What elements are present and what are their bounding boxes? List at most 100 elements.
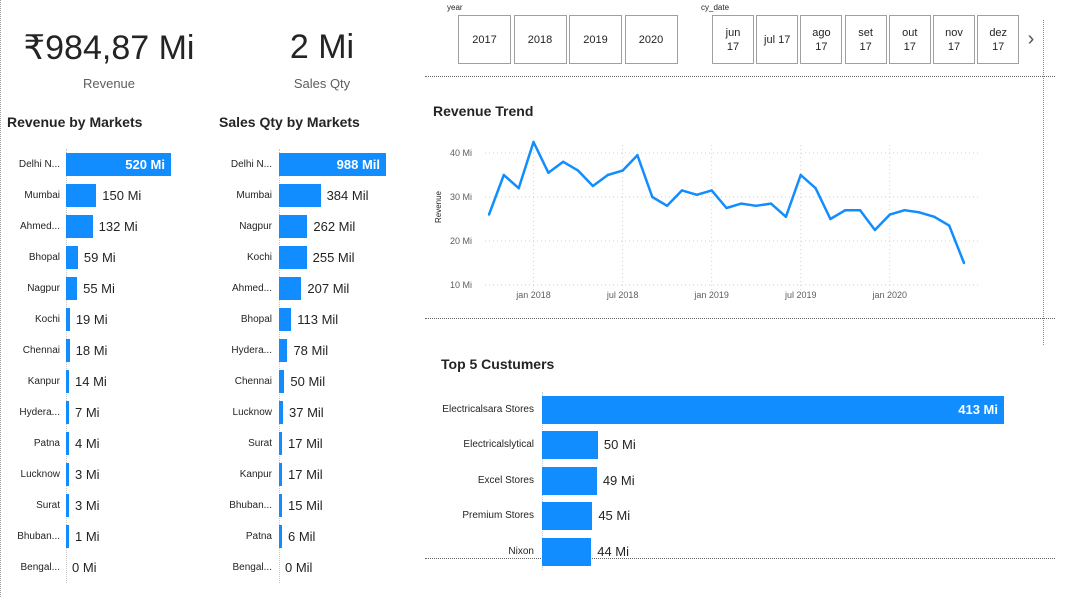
date-slicer-option[interactable]: jun 17 xyxy=(712,15,754,64)
bar-mark[interactable] xyxy=(66,339,70,362)
bar-row[interactable]: Nagpur 55 Mi xyxy=(0,273,215,304)
bar-row[interactable]: Excel Stores 49 Mi xyxy=(425,463,1025,499)
bar-row[interactable]: Bhopal 59 Mi xyxy=(0,242,215,273)
trend-data-point[interactable] xyxy=(502,173,506,177)
bar-mark[interactable] xyxy=(279,463,282,486)
trend-data-point[interactable] xyxy=(680,189,684,192)
trend-data-point[interactable] xyxy=(933,215,936,218)
trend-data-point[interactable] xyxy=(725,206,728,210)
trend-data-point[interactable] xyxy=(754,204,758,207)
bar-row[interactable]: Surat 17 Mil xyxy=(215,428,420,459)
bar-mark[interactable] xyxy=(542,502,593,531)
trend-data-point[interactable] xyxy=(651,195,654,199)
trend-data-point[interactable] xyxy=(532,140,535,144)
trend-data-point[interactable] xyxy=(784,215,788,218)
date-slicer-option[interactable]: ago 17 xyxy=(800,15,843,64)
sales-qty-by-markets-chart[interactable]: Delhi N... 988 Mil Mumbai 384 Mil Nagpur 262 … xyxy=(215,149,420,585)
bar-mark[interactable] xyxy=(66,246,78,269)
trend-data-point[interactable] xyxy=(844,209,847,212)
bar-row[interactable]: Ahmed... 207 Mil xyxy=(215,273,420,304)
trend-data-point[interactable] xyxy=(517,187,520,190)
year-slicer-option[interactable]: 2017 xyxy=(458,15,511,64)
year-slicer-option[interactable]: 2020 xyxy=(624,15,678,64)
bar-mark[interactable] xyxy=(279,215,308,238)
bar-row[interactable]: Bhopal 113 Mil xyxy=(215,304,420,335)
bar-mark[interactable] xyxy=(279,494,282,517)
bar-row[interactable]: Lucknow 37 Mil xyxy=(215,397,420,428)
bar-row[interactable]: Bengal... 0 Mil xyxy=(215,552,420,583)
trend-data-point[interactable] xyxy=(814,187,817,190)
bar-mark[interactable] xyxy=(66,370,69,393)
bar-mark[interactable] xyxy=(66,215,93,238)
bar-mark[interactable] xyxy=(66,308,70,331)
bar-row[interactable]: Electricalsara Stores 413 Mi xyxy=(425,392,1025,428)
trend-data-point[interactable] xyxy=(888,213,891,216)
bar-row[interactable]: Mumbai 384 Mil xyxy=(215,180,420,211)
bar-mark[interactable] xyxy=(542,466,597,495)
date-slicer-next-arrow[interactable]: › xyxy=(1024,28,1038,50)
bar-row[interactable]: Ahmed... 132 Mi xyxy=(0,211,215,242)
trend-data-point[interactable] xyxy=(873,228,877,232)
trend-data-point[interactable] xyxy=(562,160,565,163)
bar-row[interactable]: Chennai 50 Mil xyxy=(215,366,420,397)
bar-mark[interactable] xyxy=(279,339,288,362)
bar-mark[interactable] xyxy=(279,184,321,207)
bar-mark[interactable] xyxy=(279,370,285,393)
bar-row[interactable]: Lucknow 3 Mi xyxy=(0,459,215,490)
trend-data-point[interactable] xyxy=(829,217,832,221)
bar-row[interactable]: Kochi 19 Mi xyxy=(0,304,215,335)
trend-data-point[interactable] xyxy=(769,202,773,205)
trend-data-point[interactable] xyxy=(591,184,595,188)
date-slicer-option[interactable]: dez 17 xyxy=(977,15,1020,64)
bar-mark[interactable] xyxy=(66,494,69,517)
bar-row[interactable]: Delhi N... 520 Mi xyxy=(0,149,215,180)
bar-row[interactable]: Bhuban... 1 Mi xyxy=(0,521,215,552)
date-slicer-option[interactable]: jul 17 xyxy=(756,15,799,64)
bar-mark[interactable] xyxy=(279,432,282,455)
trend-data-point[interactable] xyxy=(710,189,713,192)
trend-data-point[interactable] xyxy=(576,169,580,172)
bar-row[interactable]: Nixon 44 Mi xyxy=(425,534,1025,570)
top-customers-chart[interactable]: Electricalsara Stores 413 Mi Electricalsly… xyxy=(425,392,1025,572)
bar-row[interactable]: Mumbai 150 Mi xyxy=(0,180,215,211)
trend-data-point[interactable] xyxy=(606,173,609,177)
revenue-trend-chart[interactable]: 40 Mi30 Mi20 Mi10 Mi jan 2018 jul 2018 jan… xyxy=(425,125,1025,315)
bar-mark[interactable] xyxy=(279,308,292,331)
bar-mark[interactable] xyxy=(66,432,69,455)
bar-row[interactable]: Hydera... 7 Mi xyxy=(0,397,215,428)
trend-data-point[interactable] xyxy=(962,261,966,265)
bar-mark[interactable] xyxy=(279,277,302,300)
bar-row[interactable]: Delhi N... 988 Mil xyxy=(215,149,420,180)
bar-row[interactable]: Surat 3 Mi xyxy=(0,490,215,521)
trend-data-point[interactable] xyxy=(487,213,491,216)
bar-row[interactable]: Kochi 255 Mil xyxy=(215,242,420,273)
bar-mark[interactable] xyxy=(66,525,69,548)
bar-mark[interactable] xyxy=(279,246,307,269)
bar-row[interactable]: Patna 6 Mil xyxy=(215,521,420,552)
trend-data-point[interactable] xyxy=(695,193,699,196)
bar-row[interactable]: Premium Stores 45 Mi xyxy=(425,499,1025,535)
bar-row[interactable]: Kanpur 14 Mi xyxy=(0,366,215,397)
trend-data-point[interactable] xyxy=(621,169,624,172)
trend-data-point[interactable] xyxy=(918,211,921,214)
trend-data-point[interactable] xyxy=(858,209,862,212)
date-slicer-option[interactable]: out 17 xyxy=(888,15,931,64)
bar-mark[interactable] xyxy=(66,463,69,486)
trend-data-point[interactable] xyxy=(799,173,802,177)
year-slicer-option[interactable]: 2018 xyxy=(513,15,567,64)
bar-mark[interactable] xyxy=(542,431,598,460)
bar-mark[interactable] xyxy=(279,525,282,548)
date-slicer-option[interactable]: nov 17 xyxy=(933,15,975,64)
trend-data-point[interactable] xyxy=(903,209,906,212)
bar-row[interactable]: Electricalslytical 50 Mi xyxy=(425,428,1025,464)
trend-data-point[interactable] xyxy=(636,154,639,157)
date-slicer-option[interactable]: set 17 xyxy=(844,15,887,64)
bar-mark[interactable] xyxy=(66,401,69,424)
bar-row[interactable]: Bhuban... 15 Mil xyxy=(215,490,420,521)
trend-data-point[interactable] xyxy=(665,204,669,207)
bar-row[interactable]: Kanpur 17 Mil xyxy=(215,459,420,490)
bar-mark[interactable] xyxy=(66,184,97,207)
revenue-by-markets-chart[interactable]: Delhi N... 520 Mi Mumbai 150 Mi Ahmed... 132 … xyxy=(0,149,215,585)
trend-data-point[interactable] xyxy=(740,202,743,205)
bar-mark[interactable] xyxy=(66,277,78,300)
